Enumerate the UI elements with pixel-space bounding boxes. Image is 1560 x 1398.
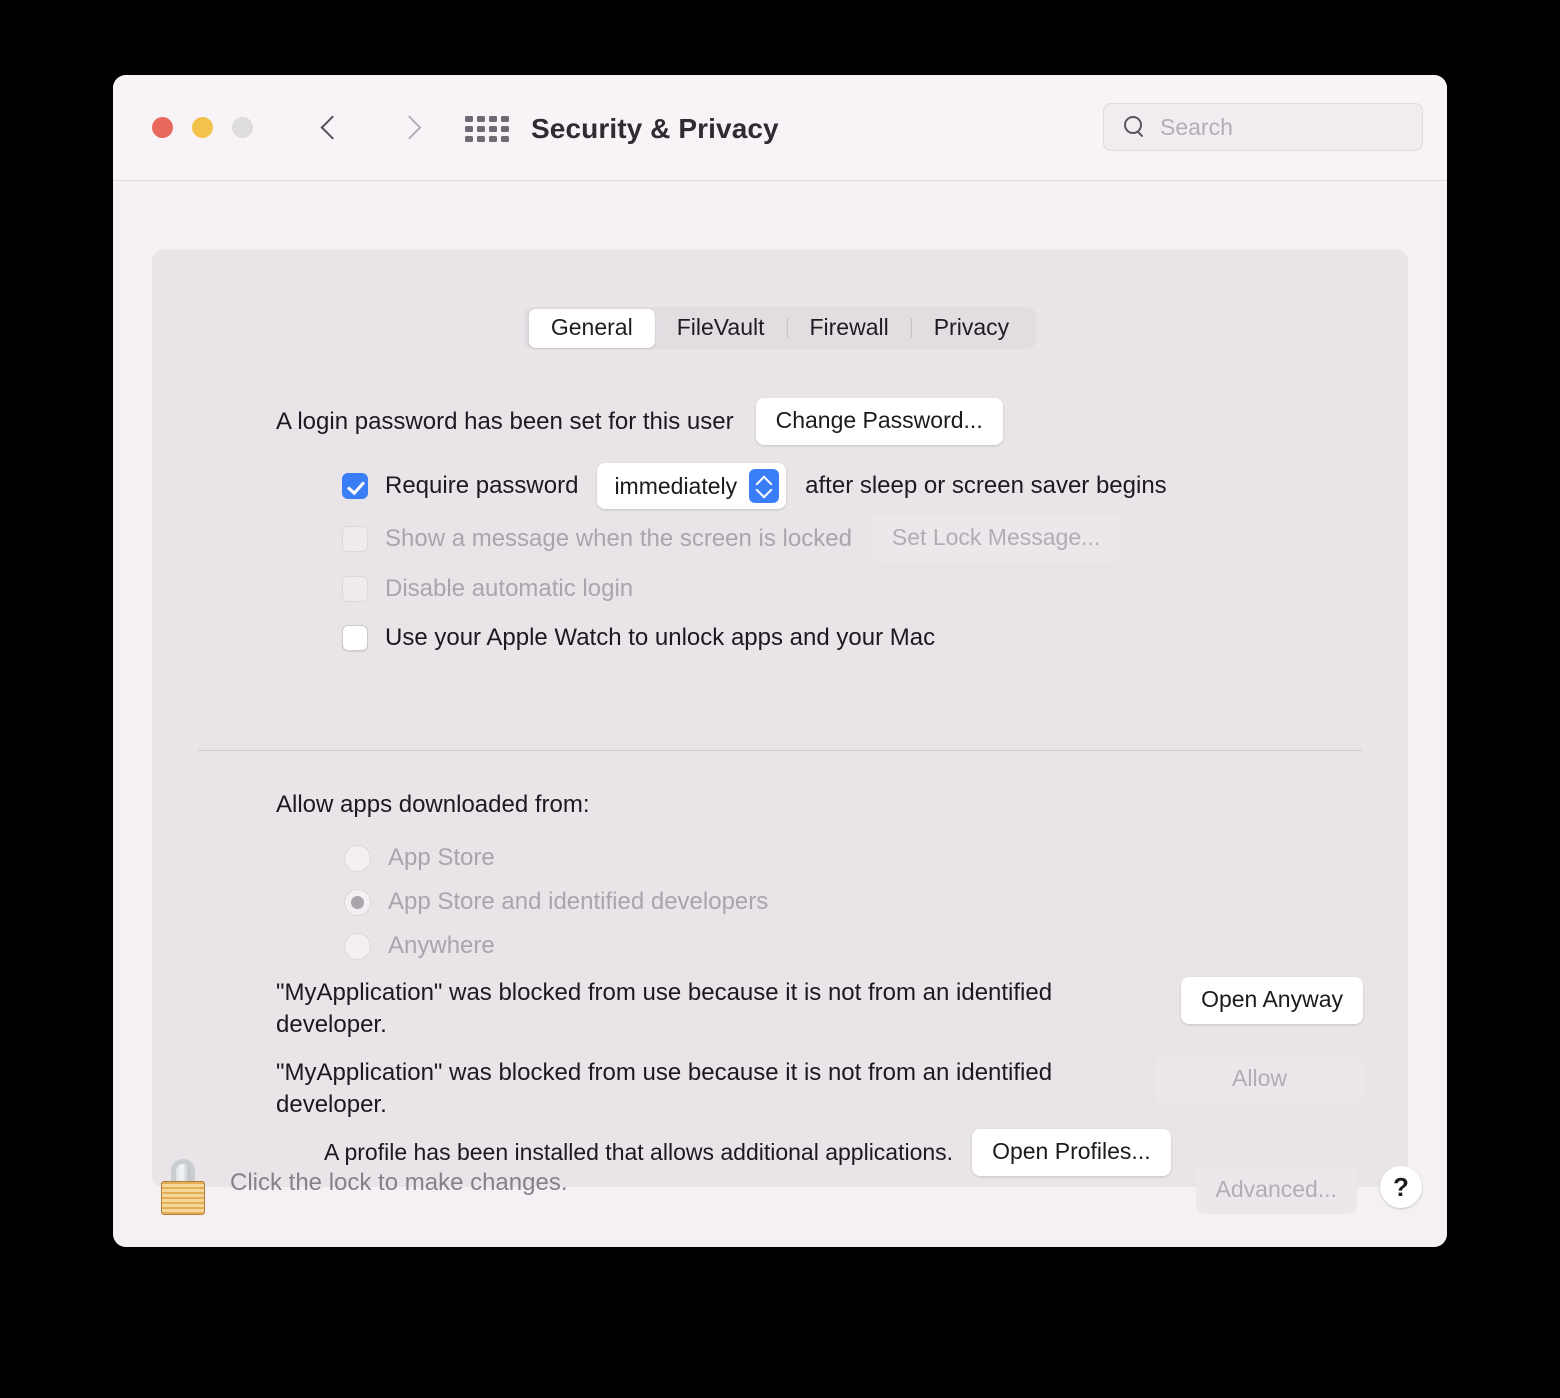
section-divider	[198, 750, 1362, 751]
search-field[interactable]	[1103, 103, 1423, 151]
allow-apps-heading: Allow apps downloaded from:	[276, 791, 590, 818]
window-toolbar: Security & Privacy	[113, 75, 1447, 181]
show-lock-message-label: Show a message when the screen is locked	[385, 524, 852, 552]
security-privacy-window: Security & Privacy A login password has …	[113, 75, 1447, 1247]
tab-privacy[interactable]: Privacy	[912, 309, 1031, 348]
blocked-app-message-2: "MyApplication" was blocked from use bec…	[276, 1059, 1053, 1118]
lock-hint-label: Click the lock to make changes.	[230, 1169, 568, 1196]
require-password-delay-value: immediately	[614, 472, 738, 499]
disable-auto-login-row: Disable automatic login	[342, 575, 633, 603]
login-password-status-label: A login password has been set for this u…	[276, 407, 734, 435]
chevron-up-down-icon	[749, 469, 780, 503]
gatekeeper-option-anywhere[interactable]: Anywhere	[344, 932, 495, 960]
forward-button[interactable]	[385, 107, 427, 149]
require-password-delay-popup[interactable]: immediately	[597, 463, 787, 509]
traffic-light-group	[152, 117, 253, 138]
settings-tab-bar: General FileVault Firewall Privacy	[523, 307, 1037, 349]
help-button[interactable]: ?	[1380, 1166, 1422, 1208]
require-password-label: Require password	[385, 472, 579, 499]
tab-filevault[interactable]: FileVault	[655, 309, 787, 348]
back-button[interactable]	[308, 107, 350, 149]
apple-watch-unlock-checkbox[interactable]	[342, 625, 368, 651]
chevron-left-icon	[322, 115, 337, 141]
chevron-right-icon	[399, 115, 414, 141]
require-password-row: Require password immediately after sleep…	[342, 463, 1167, 509]
tab-firewall[interactable]: Firewall	[787, 309, 910, 348]
change-password-button[interactable]: Change Password...	[755, 398, 1003, 445]
close-button[interactable]	[152, 117, 173, 138]
tab-general[interactable]: General	[528, 308, 655, 348]
general-settings-panel: A login password has been set for this u…	[152, 250, 1408, 1187]
window-title: Security & Privacy	[531, 113, 779, 144]
disable-auto-login-label: Disable automatic login	[385, 575, 634, 602]
zoom-button[interactable]	[232, 117, 253, 138]
radio-anywhere[interactable]	[344, 932, 371, 960]
disable-auto-login-checkbox[interactable]	[342, 576, 368, 602]
apple-watch-unlock-row: Use your Apple Watch to unlock apps and …	[342, 624, 935, 652]
apple-watch-unlock-label: Use your Apple Watch to unlock apps and …	[385, 624, 936, 651]
show-lock-message-checkbox[interactable]	[342, 525, 368, 552]
radio-app-store-label: App Store	[388, 844, 495, 871]
radio-anywhere-label: Anywhere	[388, 932, 495, 959]
allow-button[interactable]: Allow	[1156, 1056, 1363, 1103]
blocked-app-message-1: "MyApplication" was blocked from use bec…	[276, 979, 1053, 1038]
gatekeeper-option-app-store[interactable]: App Store	[344, 844, 495, 872]
search-input[interactable]	[1158, 112, 1392, 142]
search-icon	[1124, 116, 1146, 138]
require-password-checkbox[interactable]	[342, 473, 368, 499]
minimize-button[interactable]	[192, 117, 213, 138]
padlock-body	[161, 1181, 205, 1215]
show-all-grid-icon[interactable]	[465, 116, 509, 142]
open-profiles-button[interactable]: Open Profiles...	[972, 1129, 1171, 1176]
gatekeeper-option-identified-developers[interactable]: App Store and identified developers	[344, 888, 768, 916]
closed-padlock-icon[interactable]	[161, 1159, 205, 1215]
show-lock-message-row: Show a message when the screen is locked…	[342, 515, 1121, 562]
require-password-suffix-label: after sleep or screen saver begins	[805, 472, 1167, 499]
advanced-button[interactable]: Advanced...	[1195, 1167, 1357, 1214]
radio-identified-developers-label: App Store and identified developers	[388, 888, 769, 915]
profile-note-label: A profile has been installed that allows…	[324, 1139, 954, 1165]
allow-apps-heading-row: Allow apps downloaded from:	[276, 791, 590, 819]
set-lock-message-button[interactable]: Set Lock Message...	[871, 515, 1121, 562]
login-password-status-row: A login password has been set for this u…	[276, 398, 1003, 445]
radio-app-store-identified-developers[interactable]	[344, 888, 371, 916]
open-anyway-button[interactable]: Open Anyway	[1181, 977, 1363, 1024]
radio-app-store[interactable]	[344, 844, 371, 872]
